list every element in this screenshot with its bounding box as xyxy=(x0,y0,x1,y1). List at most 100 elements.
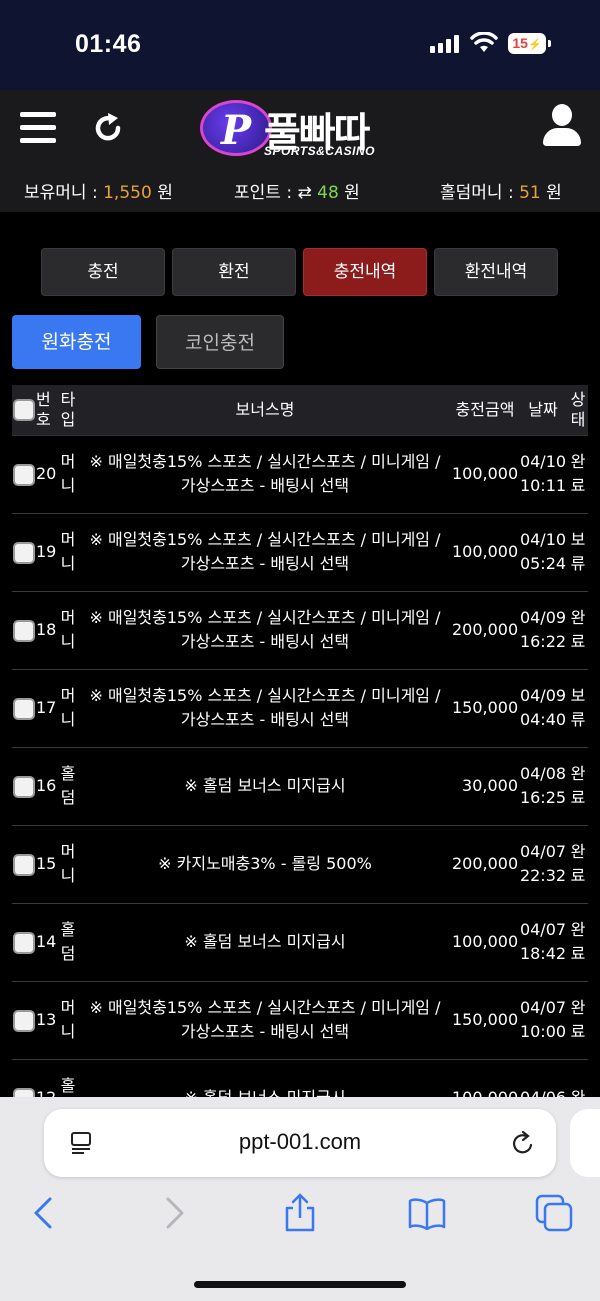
row-amount: 100,000 xyxy=(452,1059,518,1097)
row-type: 머니 xyxy=(58,591,78,670)
hamburger-menu-icon[interactable] xyxy=(20,112,56,144)
row-date: 04/10 05:24 xyxy=(518,513,568,592)
point-balance[interactable]: 포인트 : ⇄ 48 원 xyxy=(234,178,360,203)
row-status: 완료 xyxy=(568,747,588,826)
row-checkbox[interactable] xyxy=(12,513,36,592)
table-row: 16 홀덤 ※ 홀덤 보너스 미지급시 30,000 04/08 16:25 완… xyxy=(12,747,588,826)
row-amount: 100,000 xyxy=(452,435,518,514)
coin-deposit-button[interactable]: 코인충전 xyxy=(156,315,284,369)
row-date: 04/09 16:22 xyxy=(518,591,568,670)
next-tab-preview[interactable] xyxy=(570,1109,600,1177)
table-row: 13 머니 ※ 매일첫충15% 스포츠 / 실시간스포츠 / 미니게임 / 가상… xyxy=(12,981,588,1060)
site-logo[interactable]: P 풀빠따 SPORTS&CASINO xyxy=(200,98,405,160)
krw-deposit-button[interactable]: 원화충전 xyxy=(12,315,141,369)
refresh-icon[interactable] xyxy=(90,110,126,146)
money-unit: 원 xyxy=(157,183,173,203)
select-all-checkbox[interactable] xyxy=(12,385,36,436)
row-bonus: ※ 매일첫충15% 스포츠 / 실시간스포츠 / 미니게임 / 가상스포츠 - … xyxy=(78,513,452,592)
row-bonus: ※ 매일첫충15% 스포츠 / 실시간스포츠 / 미니게임 / 가상스포츠 - … xyxy=(78,435,452,514)
table-row: 19 머니 ※ 매일첫충15% 스포츠 / 실시간스포츠 / 미니게임 / 가상… xyxy=(12,513,588,592)
money-balance: 보유머니 : 1,550 원 xyxy=(24,178,173,203)
bookmarks-icon[interactable] xyxy=(407,1193,447,1233)
user-profile-icon[interactable] xyxy=(543,104,581,146)
deposit-history-table: 번호 타입 보너스명 충전금액 날짜 상태 20 머니 ※ 매일첫충15% 스포… xyxy=(12,385,588,1097)
row-checkbox[interactable] xyxy=(12,591,36,670)
battery-icon: 15⚡ xyxy=(508,33,551,54)
row-amount: 200,000 xyxy=(452,825,518,904)
row-type: 머니 xyxy=(58,825,78,904)
row-amount: 100,000 xyxy=(452,903,518,982)
url-text[interactable]: ppt-001.com xyxy=(44,1129,556,1155)
wifi-icon xyxy=(470,32,498,52)
table-header-row: 번호 타입 보너스명 충전금액 날짜 상태 xyxy=(12,385,588,436)
row-amount: 200,000 xyxy=(452,591,518,670)
point-value: 48 xyxy=(317,183,339,203)
logo-subtitle: SPORTS&CASINO xyxy=(264,144,375,158)
table-row: 12 홀덤 ※ 홀덤 보너스 미지급시 100,000 04/06 완 xyxy=(12,1059,588,1097)
row-status: 완료 xyxy=(568,591,588,670)
tab-withdraw-history[interactable]: 환전내역 xyxy=(434,248,558,296)
row-amount: 150,000 xyxy=(452,669,518,748)
point-label: 포인트 : xyxy=(234,183,293,203)
holdem-unit: 원 xyxy=(546,183,562,203)
row-checkbox[interactable] xyxy=(12,747,36,826)
row-no: 12 xyxy=(36,1059,58,1097)
row-checkbox[interactable] xyxy=(12,1059,36,1097)
row-bonus: ※ 카지노매충3% - 롤링 500% xyxy=(78,825,452,904)
row-bonus: ※ 매일첫충15% 스포츠 / 실시간스포츠 / 미니게임 / 가상스포츠 - … xyxy=(78,981,452,1060)
tabs-icon[interactable] xyxy=(534,1193,574,1233)
share-icon[interactable] xyxy=(280,1193,320,1233)
header-status: 상태 xyxy=(568,385,588,436)
money-value: 1,550 xyxy=(103,183,152,203)
row-no: 14 xyxy=(36,903,58,982)
row-type: 머니 xyxy=(58,669,78,748)
forward-icon[interactable] xyxy=(154,1193,194,1233)
row-type: 홀덤 xyxy=(58,747,78,826)
header-bonus: 보너스명 xyxy=(78,385,452,436)
tab-deposit[interactable]: 충전 xyxy=(41,248,165,296)
point-unit: 원 xyxy=(344,183,360,203)
address-bar[interactable]: ppt-001.com xyxy=(44,1109,556,1177)
reload-icon[interactable] xyxy=(510,1129,536,1157)
holdem-label: 홀덤머니 : xyxy=(440,183,514,203)
row-no: 17 xyxy=(36,669,58,748)
row-status: 완료 xyxy=(568,903,588,982)
row-bonus: ※ 홀덤 보너스 미지급시 xyxy=(78,903,452,982)
row-checkbox[interactable] xyxy=(12,435,36,514)
table-row: 14 홀덤 ※ 홀덤 보너스 미지급시 100,000 04/07 18:42 … xyxy=(12,903,588,982)
row-date: 04/07 10:00 xyxy=(518,981,568,1060)
row-no: 16 xyxy=(36,747,58,826)
home-indicator xyxy=(194,1281,406,1288)
site-header: P 풀빠따 SPORTS&CASINO 보유머니 : 1,550 원 포인트 :… xyxy=(0,90,600,212)
row-bonus: ※ 매일첫충15% 스포츠 / 실시간스포츠 / 미니게임 / 가상스포츠 - … xyxy=(78,591,452,670)
row-date: 04/06 xyxy=(518,1059,568,1097)
table-row: 15 머니 ※ 카지노매충3% - 롤링 500% 200,000 04/07 … xyxy=(12,825,588,904)
tab-deposit-history[interactable]: 충전내역 xyxy=(303,248,427,296)
row-checkbox[interactable] xyxy=(12,981,36,1060)
row-amount: 100,000 xyxy=(452,513,518,592)
money-label: 보유머니 : xyxy=(24,183,98,203)
row-status: 완료 xyxy=(568,435,588,514)
exchange-arrows-icon[interactable]: ⇄ xyxy=(297,183,311,203)
row-type: 머니 xyxy=(58,435,78,514)
header-no: 번호 xyxy=(36,385,58,436)
table-row: 17 머니 ※ 매일첫충15% 스포츠 / 실시간스포츠 / 미니게임 / 가상… xyxy=(12,669,588,748)
header-date: 날짜 xyxy=(518,385,568,436)
row-checkbox[interactable] xyxy=(12,825,36,904)
row-date: 04/07 18:42 xyxy=(518,903,568,982)
row-no: 13 xyxy=(36,981,58,1060)
cellular-signal-icon xyxy=(430,35,462,53)
row-date: 04/07 22:32 xyxy=(518,825,568,904)
row-no: 15 xyxy=(36,825,58,904)
browser-bottom-bar: ppt-001.com xyxy=(0,1097,600,1301)
row-checkbox[interactable] xyxy=(12,669,36,748)
row-amount: 30,000 xyxy=(452,747,518,826)
row-bonus: ※ 홀덤 보너스 미지급시 xyxy=(78,1059,452,1097)
row-date: 04/08 16:25 xyxy=(518,747,568,826)
row-status: 완 xyxy=(568,1059,588,1097)
back-icon[interactable] xyxy=(24,1193,64,1233)
battery-level: 15 xyxy=(512,35,528,51)
tab-withdraw[interactable]: 환전 xyxy=(172,248,296,296)
row-checkbox[interactable] xyxy=(12,903,36,982)
row-date: 04/10 10:11 xyxy=(518,435,568,514)
